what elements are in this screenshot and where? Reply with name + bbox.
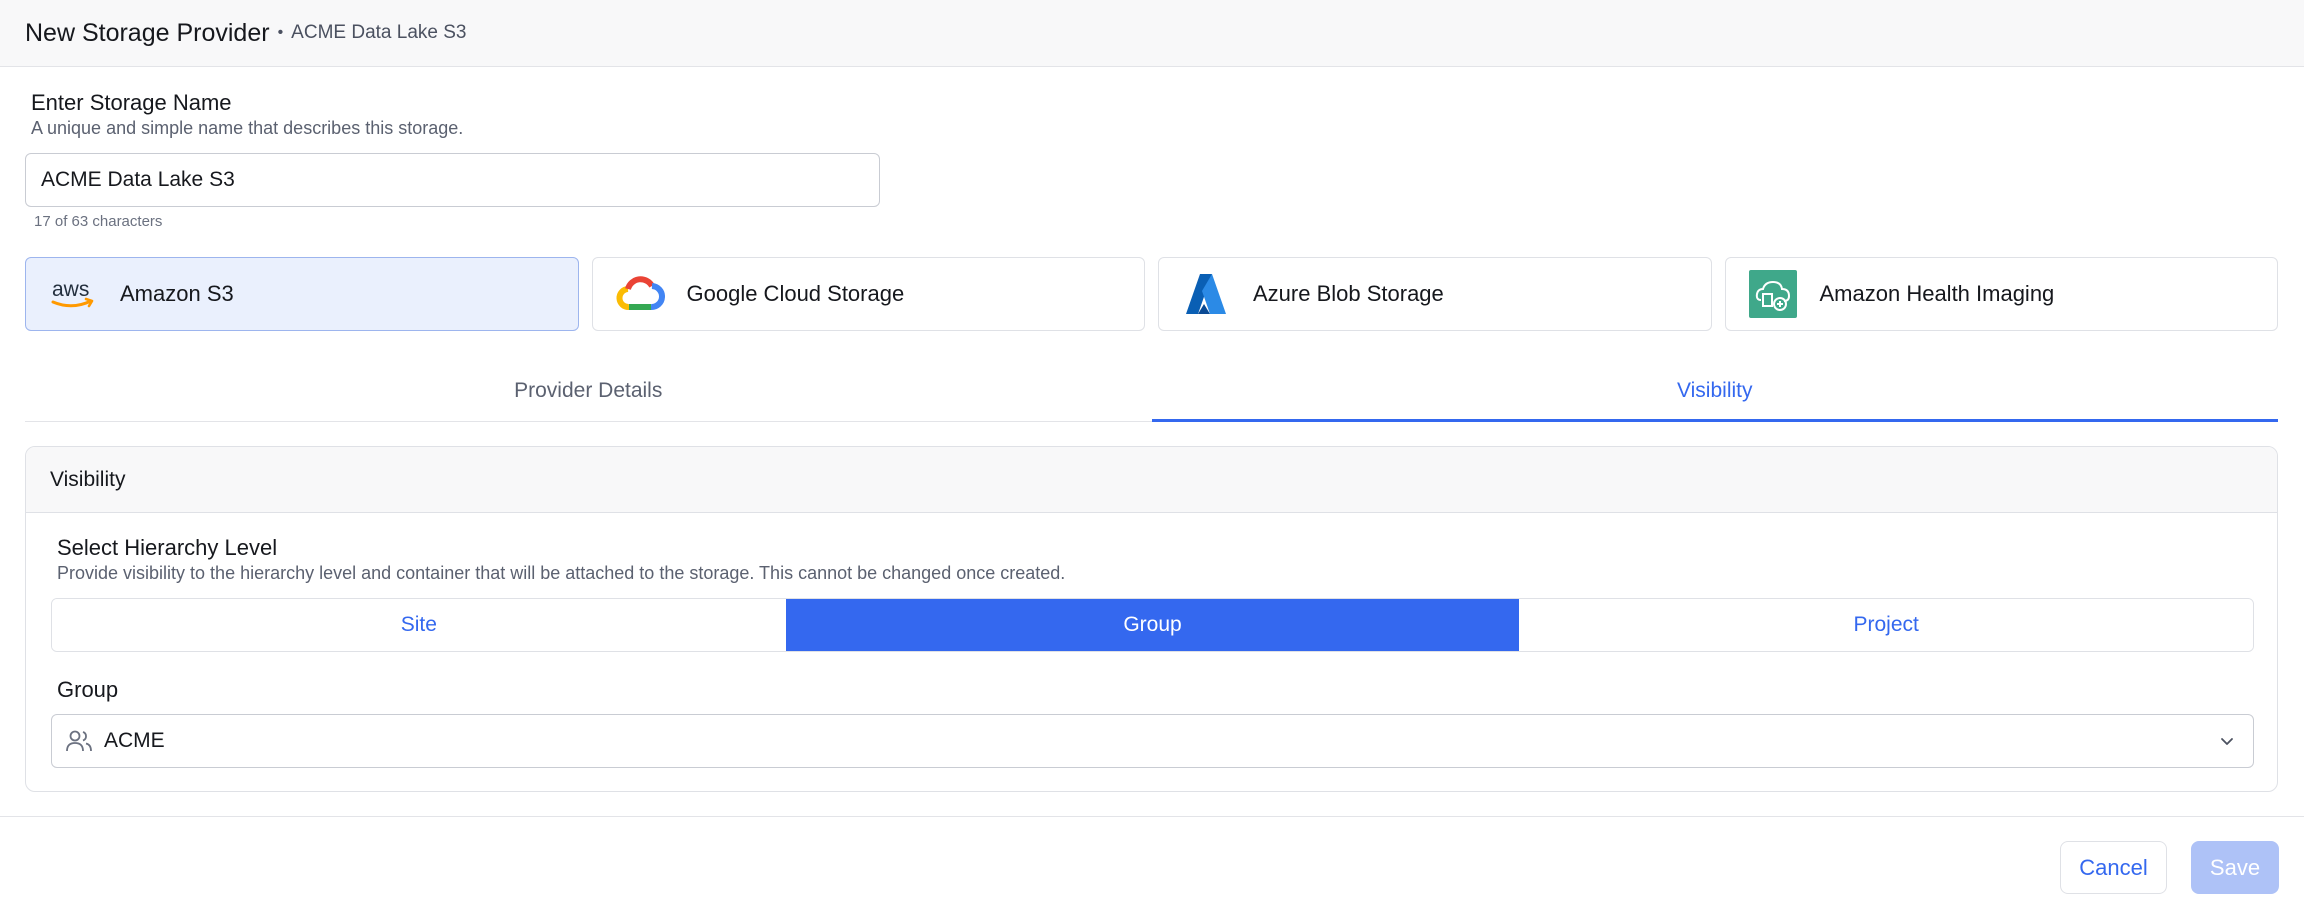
storage-name-description: A unique and simple name that describes … <box>31 118 464 138</box>
azure-logo-icon <box>1181 269 1231 319</box>
title-separator: • <box>277 24 284 41</box>
page-title: New Storage Provider <box>25 18 270 47</box>
provider-card-amazon-health-imaging[interactable]: Amazon Health Imaging <box>1724 257 2278 331</box>
visibility-panel-title: Visibility <box>26 447 2277 513</box>
group-select-value: ACME <box>104 729 165 752</box>
provider-options: aws Amazon S3 Google Cloud Storage Azure… <box>25 257 2278 331</box>
hierarchy-level-description: Provide visibility to the hierarchy leve… <box>57 563 1066 583</box>
visibility-panel: Visibility Select Hierarchy Level Provid… <box>25 446 2278 792</box>
aws-logo-icon: aws <box>48 269 98 319</box>
footer-divider <box>0 816 2304 817</box>
group-select[interactable]: ACME <box>51 714 2254 768</box>
provider-card-google-cloud-storage[interactable]: Google Cloud Storage <box>591 257 1145 331</box>
aws-logo-text: aws <box>52 278 89 301</box>
dialog-header: New Storage Provider • ACME Data Lake S3 <box>0 0 2304 67</box>
chevron-down-icon <box>2215 729 2239 753</box>
hierarchy-level-selector: Site Group Project <box>51 598 2254 652</box>
google-cloud-logo-icon <box>615 269 665 319</box>
save-button[interactable]: Save <box>2191 841 2279 894</box>
hierarchy-option-group[interactable]: Group <box>785 599 1520 651</box>
provider-card-azure-blob-storage[interactable]: Azure Blob Storage <box>1158 257 1712 331</box>
character-count: 17 of 63 characters <box>34 213 163 230</box>
page-subtitle: ACME Data Lake S3 <box>291 22 467 43</box>
provider-label: Amazon S3 <box>120 281 234 306</box>
health-imaging-logo-icon <box>1748 269 1798 319</box>
cancel-button[interactable]: Cancel <box>2060 841 2167 894</box>
tab-bar: Provider Details Visibility <box>25 360 2278 422</box>
tab-provider-details[interactable]: Provider Details <box>25 360 1152 421</box>
provider-label: Azure Blob Storage <box>1253 281 1444 306</box>
hierarchy-option-project[interactable]: Project <box>1519 599 2253 651</box>
storage-name-input[interactable] <box>25 153 880 207</box>
hierarchy-option-site[interactable]: Site <box>52 599 786 651</box>
storage-name-label: Enter Storage Name <box>31 90 232 115</box>
provider-label: Google Cloud Storage <box>686 281 905 306</box>
tab-visibility[interactable]: Visibility <box>1151 360 2279 422</box>
provider-label: Amazon Health Imaging <box>1819 281 2055 306</box>
group-field-label: Group <box>57 677 119 702</box>
provider-card-amazon-s3[interactable]: aws Amazon S3 <box>25 257 579 331</box>
users-icon <box>64 726 94 756</box>
hierarchy-level-label: Select Hierarchy Level <box>57 535 278 560</box>
